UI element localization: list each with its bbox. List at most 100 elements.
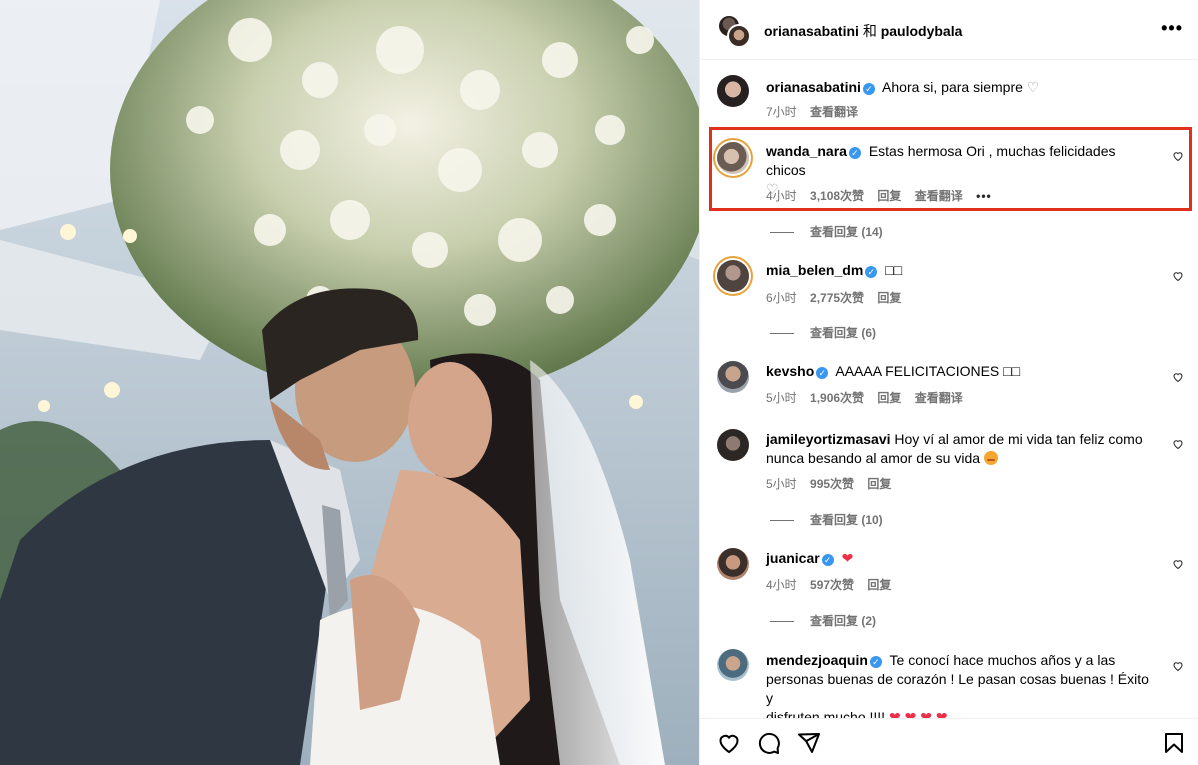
reply-button[interactable]: 回复 [877, 291, 901, 305]
view-replies-label: 查看回复 (2) [810, 614, 877, 628]
like-count[interactable]: 1,906次赞 [810, 391, 864, 405]
white-heart-icon: ♡ [1026, 79, 1040, 95]
verified-badge-icon: ✓ [848, 147, 861, 159]
reply-button[interactable]: 回复 [877, 189, 901, 203]
view-replies-label: 查看回复 (6) [810, 326, 877, 340]
reply-button[interactable]: 回复 [867, 578, 891, 592]
verified-badge-icon: ✓ [816, 367, 829, 379]
like-heart-icon[interactable] [1172, 438, 1184, 450]
verified-badge-icon: ✓ [821, 554, 834, 566]
comment-meta: 6小时 2,775次赞 回复 [766, 289, 911, 306]
divider [770, 520, 794, 522]
comment-time[interactable]: 4小时 [766, 578, 797, 592]
view-replies-button[interactable]: 查看回复 (10) [770, 511, 883, 528]
view-replies-button[interactable]: 查看回复 (14) [770, 223, 883, 240]
comment-meta: 5小时 995次赞 回复 [766, 475, 901, 492]
post-photo [0, 0, 699, 765]
avatar[interactable] [717, 260, 749, 292]
comment-text: orianasabatini ✓ Ahora si, para siempre ♡ [766, 78, 1156, 97]
like-heart-icon[interactable] [1172, 660, 1184, 672]
more-horizontal-icon[interactable]: ••• [1161, 18, 1183, 39]
comment-username[interactable]: wanda_nara [766, 143, 847, 159]
view-replies-label: 查看回复 (14) [810, 225, 883, 239]
like-heart-icon[interactable] [1172, 270, 1184, 282]
comment-meta: 5小时 1,906次赞 回复 查看翻译 [766, 389, 973, 406]
comment-time[interactable]: 5小时 [766, 477, 797, 491]
comment-body: Te conocí hace muchos años y a las [889, 652, 1116, 668]
comment-meta: 4小时 3,108次赞 回复 查看翻译 ••• [766, 187, 1002, 204]
view-replies-button[interactable]: 查看回复 (2) [770, 612, 876, 629]
comment-text: jamileyortizmasavi Hoy ví al amor de mi … [766, 430, 1156, 468]
comment-time[interactable]: 7小时 [766, 105, 797, 119]
comment-body: nunca besando al amor de su vida [766, 450, 981, 466]
send-icon[interactable] [797, 731, 821, 755]
comment-item: wanda_nara ✓ Estas hermosa Ori , muchas f… [700, 130, 1198, 245]
verified-badge-icon: ✓ [862, 83, 875, 95]
author-link[interactable]: orianasabatini [764, 23, 859, 39]
comment-icon[interactable] [757, 731, 781, 755]
like-count[interactable]: 2,775次赞 [810, 291, 864, 305]
comment-username[interactable]: juanicar [766, 550, 820, 566]
avatar[interactable] [717, 649, 749, 681]
divider [770, 232, 794, 234]
comment-text: mendezjoaquin ✓ Te conocí hace muchos año… [766, 651, 1156, 727]
translate-button[interactable]: 查看翻译 [810, 105, 858, 119]
comment-body: AAAAA FELICITACIONES □□ [835, 363, 1021, 379]
comment-item: juanicar ✓ ❤ 4小时 597次赞 回复 查看回复 (2) [700, 540, 1198, 635]
reply-button[interactable]: 回复 [867, 477, 891, 491]
divider [770, 333, 794, 335]
more-horizontal-icon[interactable]: ••• [976, 189, 992, 203]
comment-time[interactable]: 6小时 [766, 291, 797, 305]
comment-item: mia_belen_dm ✓ □□ 6小时 2,775次赞 回复 查看回复 (6) [700, 255, 1198, 345]
like-heart-icon[interactable] [1172, 558, 1184, 570]
avatar[interactable] [717, 429, 749, 461]
post-actions [700, 718, 1198, 765]
translate-button[interactable]: 查看翻译 [915, 391, 963, 405]
author-joiner: 和 [862, 23, 877, 39]
comment-username[interactable]: mendezjoaquin [766, 652, 868, 668]
view-replies-label: 查看回复 (10) [810, 513, 883, 527]
comment-item: jamileyortizmasavi Hoy ví al amor de mi … [700, 425, 1198, 530]
comment-text: juanicar ✓ ❤ [766, 549, 1156, 568]
like-count[interactable]: 995次赞 [810, 477, 854, 491]
verified-badge-icon: ✓ [869, 656, 882, 668]
comment-username[interactable]: jamileyortizmasavi [766, 431, 891, 447]
comment-username[interactable]: kevsho [766, 363, 814, 379]
divider [770, 621, 794, 623]
comment-username[interactable]: orianasabatini [766, 79, 861, 95]
comment-meta: 7小时 查看翻译 [766, 103, 868, 120]
like-count[interactable]: 3,108次赞 [810, 189, 864, 203]
comment-text: kevsho ✓ AAAAA FELICITACIONES □□ [766, 362, 1156, 381]
view-replies-button[interactable]: 查看回复 (6) [770, 324, 876, 341]
translate-button[interactable]: 查看翻译 [915, 189, 963, 203]
avatar[interactable] [717, 75, 749, 107]
avatar[interactable] [717, 142, 749, 174]
avatar[interactable] [717, 361, 749, 393]
relieved-face-icon [983, 451, 998, 465]
author-link[interactable]: paulodybala [881, 23, 963, 39]
comment-time[interactable]: 4小时 [766, 189, 797, 203]
post-authors[interactable]: orianasabatini 和 paulodybala [764, 21, 962, 41]
red-heart-icon: ❤ [841, 550, 854, 566]
comment-body: Hoy ví al amor de mi vida tan feliz como [894, 431, 1143, 447]
wedding-photo [0, 0, 699, 765]
avatar[interactable] [717, 548, 749, 580]
like-heart-icon[interactable] [1172, 371, 1184, 383]
comment-meta: 4小时 597次赞 回复 [766, 576, 901, 593]
reply-button[interactable]: 回复 [877, 391, 901, 405]
comment-item: orianasabatini ✓ Ahora si, para siempre ♡… [700, 60, 1198, 130]
comment-text: mia_belen_dm ✓ □□ [766, 261, 1156, 280]
author-avatars[interactable] [717, 14, 751, 48]
comment-item: kevsho ✓ AAAAA FELICITACIONES □□ 5小时 1,90… [700, 355, 1198, 415]
avatar [727, 24, 751, 48]
like-count[interactable]: 597次赞 [810, 578, 854, 592]
comment-time[interactable]: 5小时 [766, 391, 797, 405]
heart-icon[interactable] [717, 731, 741, 755]
bookmark-icon[interactable] [1162, 731, 1186, 755]
comment-username[interactable]: mia_belen_dm [766, 262, 863, 278]
comment-body: personas buenas de corazón ! Le pasan co… [766, 671, 1149, 706]
post-header: orianasabatini 和 paulodybala ••• [700, 0, 1198, 60]
verified-badge-icon: ✓ [865, 266, 878, 278]
comment-item: mendezjoaquin ✓ Te conocí hace muchos año… [700, 645, 1198, 725]
like-heart-icon[interactable] [1172, 150, 1184, 162]
